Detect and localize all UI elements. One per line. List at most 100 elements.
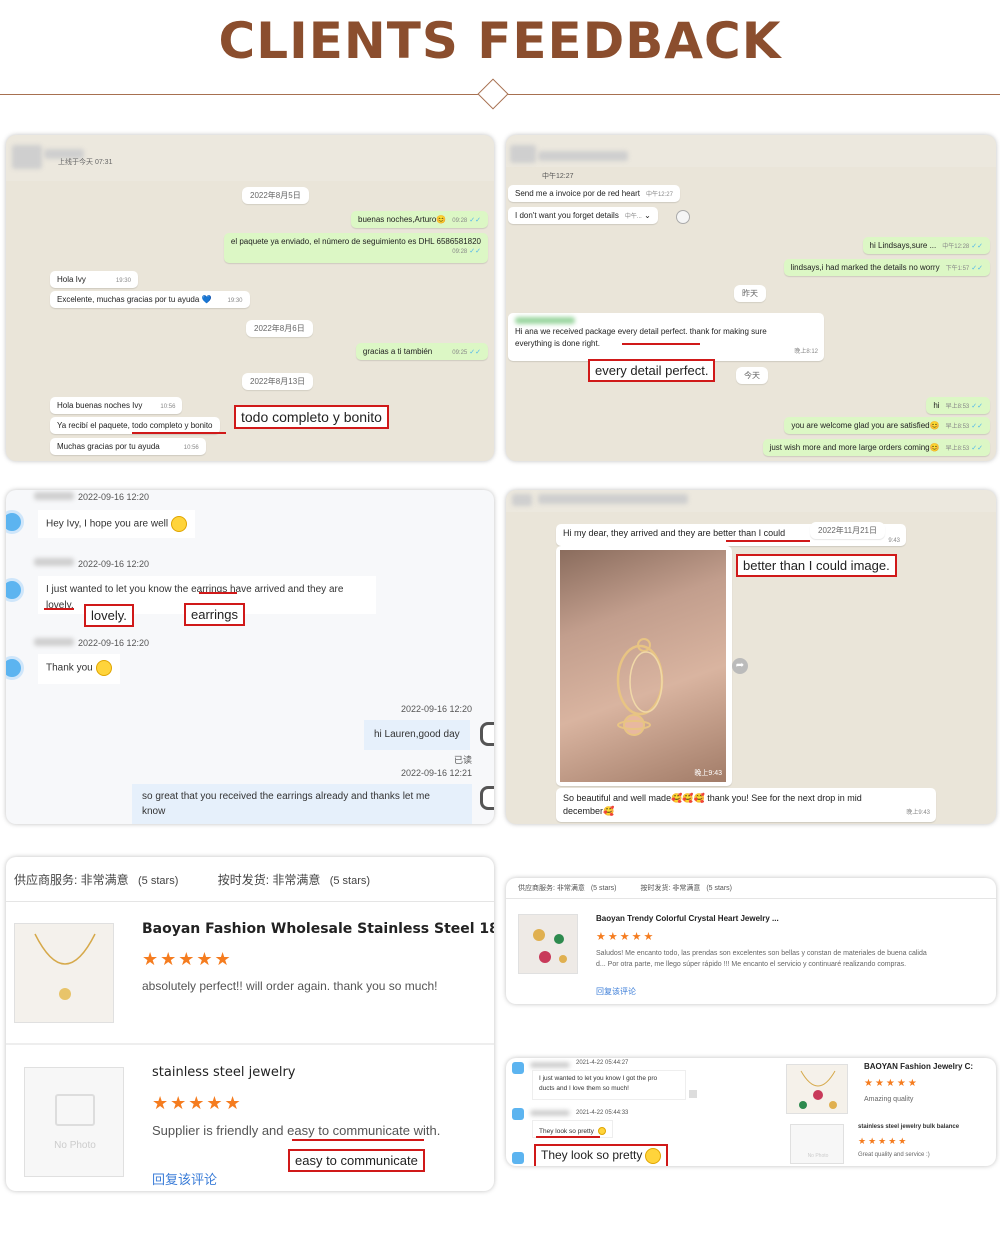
message-time: 9:43 (888, 538, 900, 544)
review-text: Supplier is friendly and easy to communi… (152, 1123, 441, 1138)
reply-link[interactable]: 回复该评论 (596, 986, 636, 997)
message-text: Muchas gracias por tu ayuda (57, 442, 160, 451)
message-text: Ya recibí el paquete, todo completo y bo… (57, 421, 213, 430)
message-text: Send me a invoice por de red heart (515, 189, 640, 198)
message-time: 09:25 (452, 350, 468, 356)
product-title[interactable]: BAOYAN Fashion Jewelry C: (864, 1062, 973, 1071)
message-out: hi Lindsays,sure ... 中午12:28 ✓✓ (862, 237, 990, 254)
chat-avatar-icon (512, 1108, 524, 1120)
shipping-rating-label: 按时发货: 非常满意 (217, 873, 321, 887)
message-time: 早上8:53 (945, 404, 970, 410)
highlight-callout: They look so pretty (534, 1144, 669, 1166)
feedback-panel-chat-7: 2021-4-22 05:44:27 I just wanted to let … (506, 1058, 996, 1166)
message-time: 09:28 (452, 249, 468, 255)
product-thumbnail[interactable] (14, 923, 114, 1023)
reply-link[interactable]: 回复该评论 (152, 1169, 217, 1188)
message-in: Muchas gracias por tu ayuda 10:56 (50, 438, 206, 455)
emoji-react-icon[interactable] (676, 210, 690, 224)
feedback-panel-whatsapp-4: Hi my dear, they arrived and they are be… (506, 490, 996, 824)
message-time: 10:56 (183, 445, 199, 451)
service-rating-stars: (5 stars) (590, 885, 617, 892)
message-text: gracias a ti también (362, 347, 433, 356)
highlight-underline (622, 343, 700, 345)
message-text: I just wanted to let you know the earrin… (46, 584, 344, 595)
read-check-icon: ✓✓ (971, 265, 983, 272)
necklace-image (34, 933, 96, 1000)
highlight-underline (44, 608, 74, 610)
message-in: Hey Ivy, I hope you are well (38, 510, 196, 538)
contact-name (512, 494, 532, 506)
no-photo-label: No Photo (54, 1140, 96, 1151)
highlight-callout: easy to communicate (288, 1149, 425, 1172)
forward-icon[interactable]: ➦ (732, 658, 748, 674)
message-text: hi (933, 401, 940, 410)
message-text: everything is done right. (515, 339, 600, 348)
message-time: 中午12:27 (542, 173, 574, 180)
message-time: 09:28 (452, 218, 468, 224)
message-text: Excelente, muchas gracias por tu ayuda 💙 (57, 295, 212, 304)
message-text: december🥰 (563, 806, 615, 816)
message-in: Thank you (38, 654, 120, 684)
divider-diamond-icon (477, 78, 509, 110)
contact-name (538, 494, 688, 504)
message-in: Send me a invoice por de red heart 中午12:2… (508, 185, 680, 202)
message-out: hi 早上8:53 ✓✓ (926, 397, 990, 414)
highlight-underline (726, 540, 810, 542)
star-rating: ★★★★★ (864, 1078, 919, 1089)
feedback-panel-review-5: 供应商服务: 非常满意 (5 stars) 按时发货: 非常满意 (5 star… (6, 857, 494, 1191)
read-check-icon: ✓✓ (469, 349, 481, 356)
message-time: 晚上8:12 (794, 349, 818, 355)
chat-avatar-icon (512, 1152, 524, 1164)
message-in: Hi ana we received package every detail … (508, 313, 824, 361)
avatar (6, 578, 24, 602)
review-text: Saludos! Me encanto todo, las prendas so… (596, 948, 927, 970)
message-text: Hi ana we received package every detail … (515, 327, 767, 336)
no-photo-placeholder: No Photo (790, 1124, 844, 1164)
read-status-icon (689, 1090, 697, 1098)
smile-emoji-icon (171, 516, 188, 532)
product-thumbnail[interactable] (518, 914, 578, 974)
read-status: 已读 (454, 755, 473, 765)
chevron-down-icon[interactable]: ⌄ (644, 211, 651, 220)
message-in: I don't want you forget details 中午... ⌄ (508, 207, 658, 224)
review-line: Saludos! Me encanto todo, las prendas so… (596, 950, 927, 957)
image-placeholder-icon (55, 1094, 95, 1126)
product-title[interactable]: Baoyan Trendy Colorful Crystal Heart Jew… (596, 914, 779, 923)
message-photo: 晚上9:43 (556, 546, 732, 786)
sender-name (34, 558, 74, 566)
message-time: 中午12:27 (645, 192, 673, 198)
avatar (6, 510, 24, 534)
message-in: So beautiful and well made🥰🥰🥰 thank you!… (556, 788, 936, 822)
review-text: absolutely perfect!! will order again. t… (142, 979, 438, 993)
service-rating-label: 供应商服务: 非常满意 (518, 885, 585, 892)
review-text: Amazing quality (864, 1096, 914, 1103)
message-time: 早上8:53 (945, 446, 970, 452)
smile-emoji-icon (95, 660, 112, 676)
product-photo[interactable]: 晚上9:43 (560, 550, 726, 782)
message-text: I don't want you forget details (515, 211, 619, 220)
product-title[interactable]: stainless steel jewelry bulk balance (858, 1124, 959, 1130)
review-line: d... Por otra parte, me llego súper rápi… (596, 961, 907, 968)
message-text: hi Lauren,good day (374, 729, 460, 740)
star-rating: ★★★★★ (596, 931, 656, 943)
message-time: 19:30 (227, 298, 243, 304)
product-title[interactable]: Baoyan Fashion Wholesale Stainless Steel… (142, 921, 494, 937)
page-title: CLIENTS FEEDBACK (218, 12, 782, 70)
read-check-icon: ✓✓ (971, 445, 983, 452)
no-photo-placeholder: No Photo (24, 1067, 124, 1177)
shipping-rating-stars: (5 stars) (706, 885, 732, 892)
timestamp: 2022-09-16 12:20 (78, 492, 150, 502)
product-title[interactable]: stainless steel jewelry (152, 1065, 295, 1080)
message-text: hi Lindsays,sure ... (869, 241, 937, 250)
message-text: Hola buenas noches Ivy (57, 401, 143, 410)
date-divider: 2022年8月5日 (242, 187, 309, 204)
shipping-rating-stars: (5 stars) (329, 875, 371, 887)
read-check-icon: ✓✓ (971, 243, 983, 250)
message-text: Hi my dear, they arrived and they are be… (563, 528, 786, 538)
feedback-panel-chat-3: 2022-09-16 12:20 Hey Ivy, I hope you are… (6, 490, 494, 824)
message-text: They look so pretty (539, 1128, 594, 1135)
read-check-icon: ✓✓ (469, 248, 481, 255)
timestamp: 2022-09-16 12:20 (78, 638, 150, 648)
message-time: 中午... (624, 214, 642, 220)
product-thumbnail[interactable] (786, 1064, 848, 1114)
